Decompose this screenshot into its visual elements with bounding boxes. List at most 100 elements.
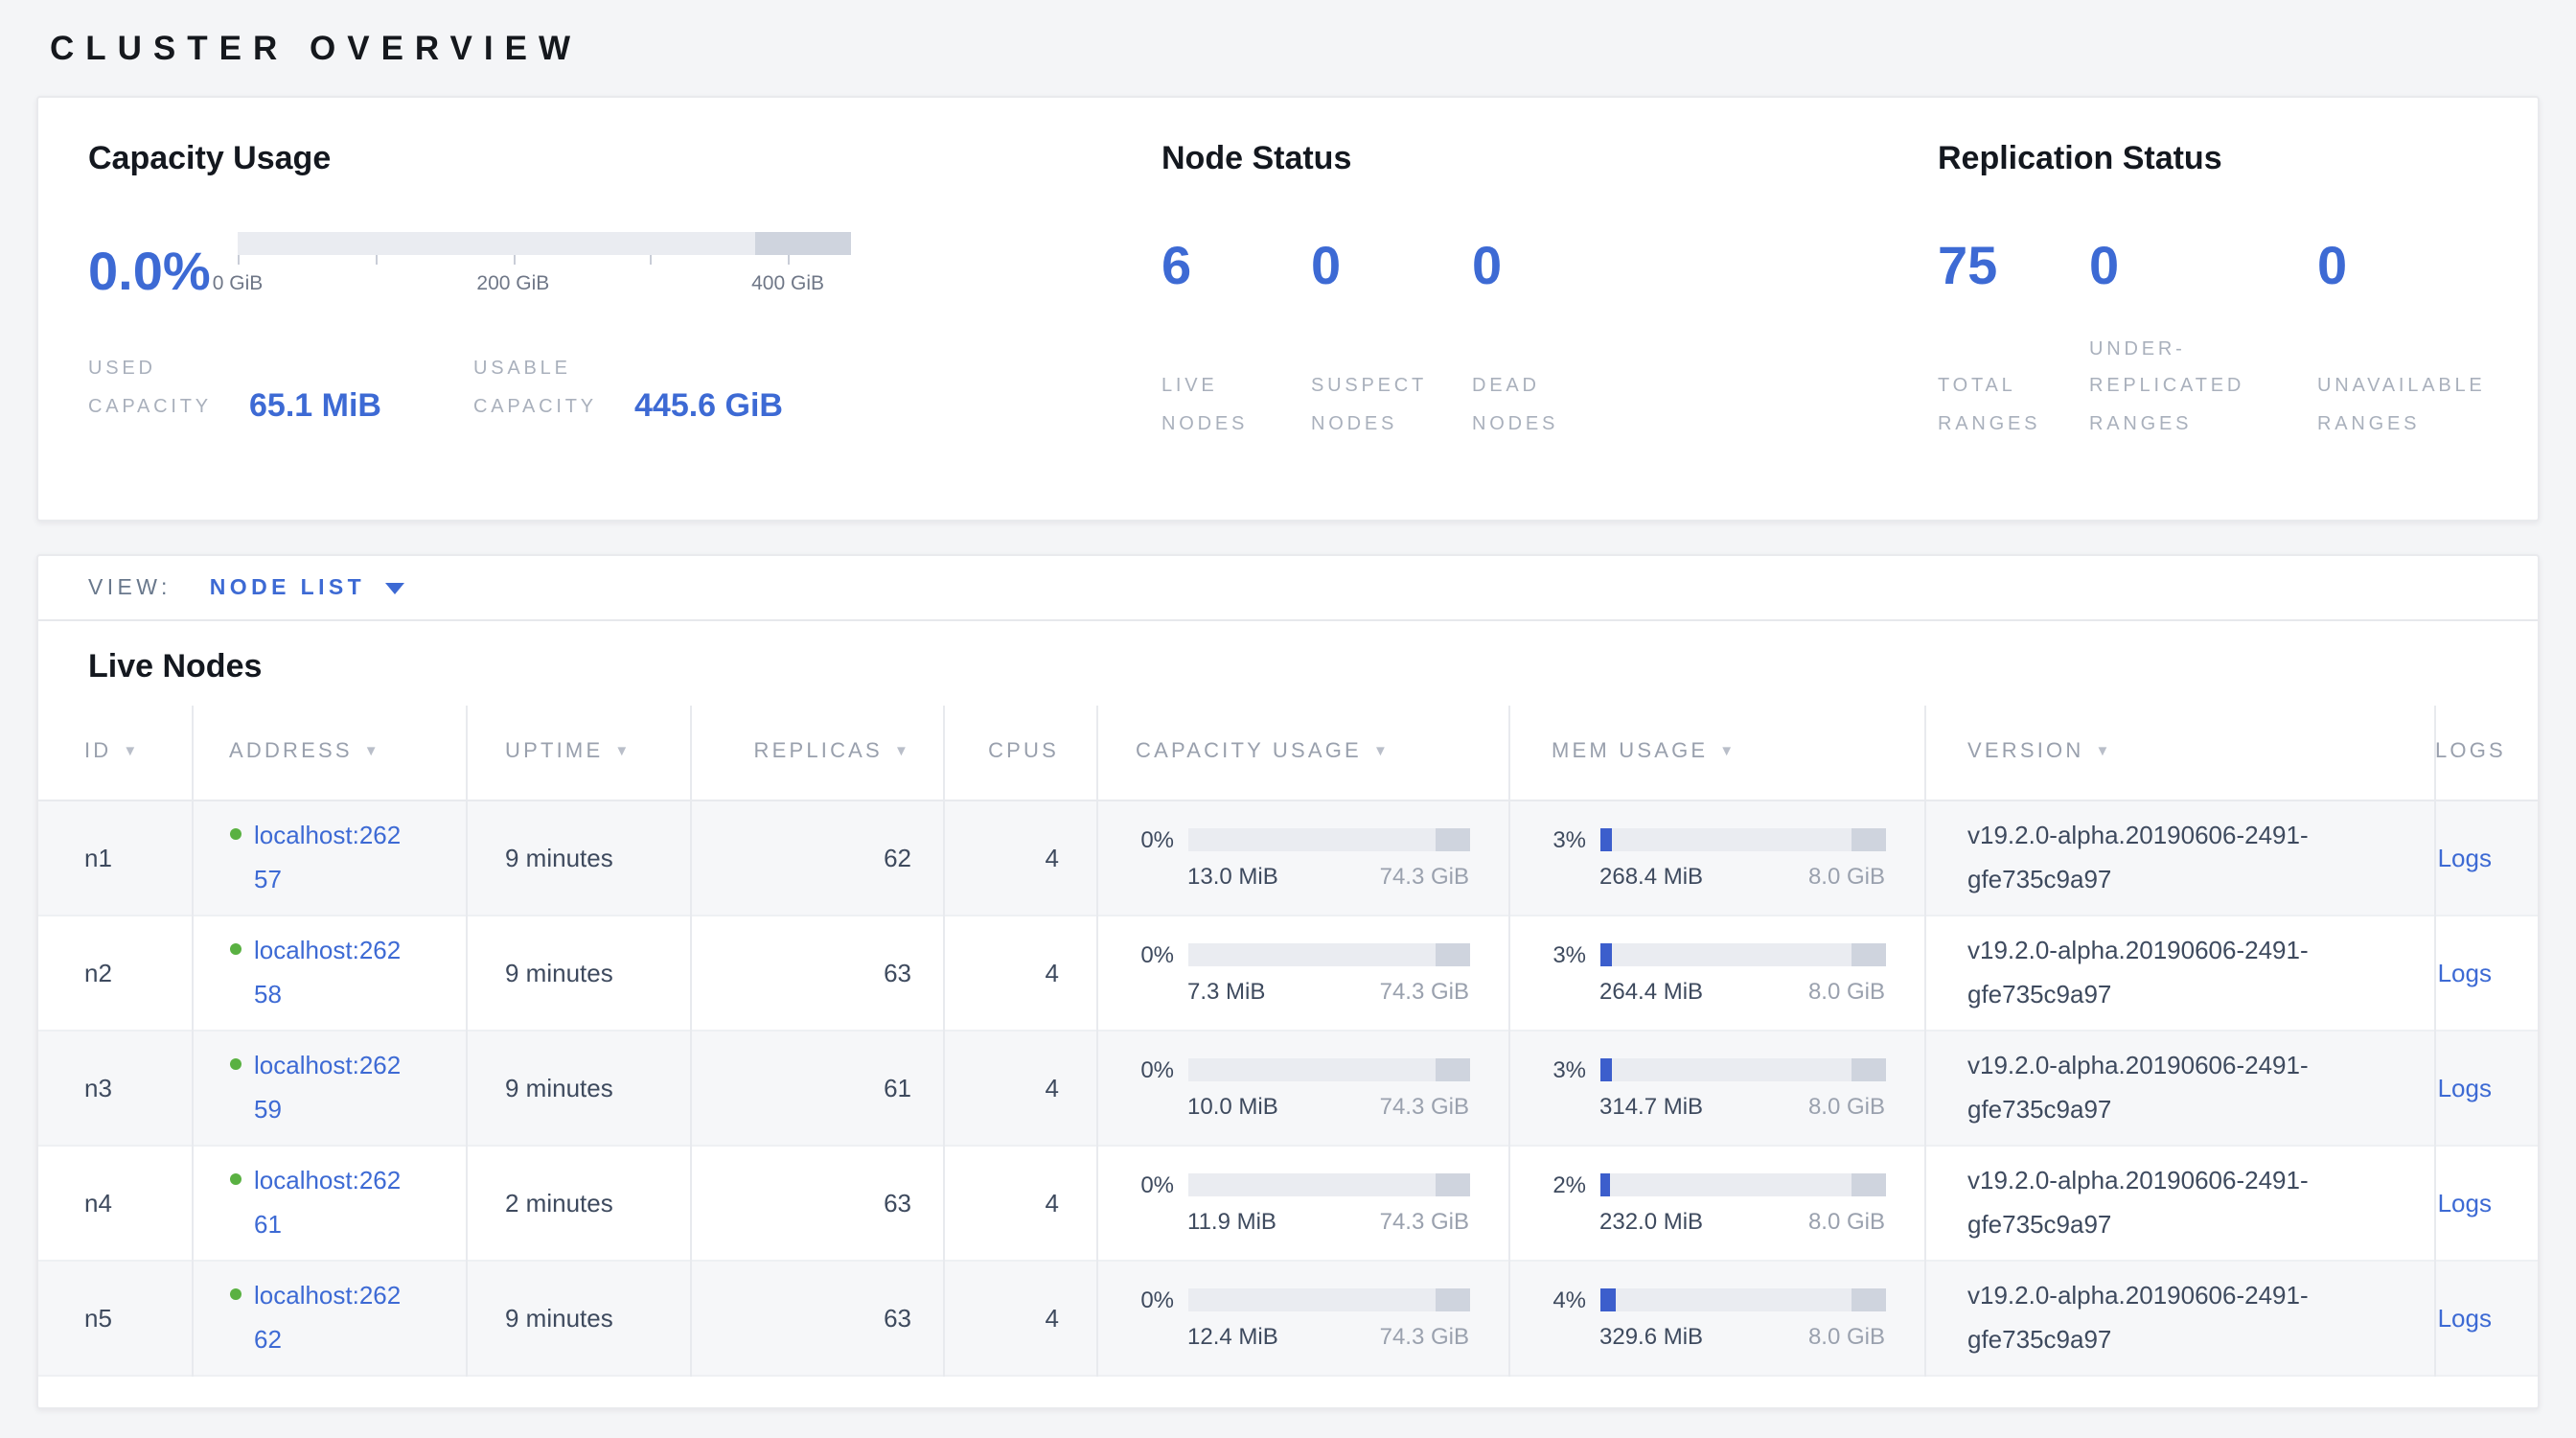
address-link[interactable]: localhost:26259 (254, 1042, 403, 1132)
mem-percent-value: 2% (1536, 1171, 1586, 1197)
node-status-section: Node Status 6 LIVE NODES 0 SUSPECT NODES… (1162, 140, 1938, 520)
usable-capacity-stat: USABLE CAPACITY 445.6 GiB (473, 351, 783, 426)
node-id-cell: n3 (38, 1030, 192, 1145)
address-link[interactable]: localhost:26258 (254, 927, 403, 1017)
replicas-cell: 63 (690, 1260, 943, 1375)
unavailable-ranges-value: 0 (2317, 240, 2524, 293)
logs-link[interactable]: Logs (2438, 1303, 2492, 1332)
total-ranges-label: TOTAL RANGES (1938, 368, 2053, 443)
column-header-address[interactable]: ADDRESS▼ (192, 706, 466, 800)
node-id-cell: n1 (38, 800, 192, 915)
capacity-percent-value: 0% (1124, 1286, 1174, 1312)
cpus-cell: 4 (943, 1030, 1096, 1145)
table-row: n2 localhost:26258 9 minutes 63 4 0% 7.3… (38, 915, 2538, 1030)
live-status-dot (229, 1287, 241, 1299)
capacity-total-value: 74.3 GiB (1380, 977, 1469, 1004)
column-header-mem-usage[interactable]: MEM USAGE▼ (1508, 706, 1924, 800)
suspect-nodes-stat: 0 SUSPECT NODES (1311, 240, 1472, 443)
node-table-body: n1 localhost:26257 9 minutes 62 4 0% 13.… (38, 800, 2538, 1375)
version-cell: v19.2.0-alpha.20190606-2491-gfe735c9a97 (1924, 915, 2434, 1030)
column-header-id[interactable]: ID▼ (38, 706, 192, 800)
sort-desc-icon: ▼ (1373, 743, 1391, 760)
column-header-capacity-usage[interactable]: CAPACITY USAGE▼ (1096, 706, 1508, 800)
column-header-uptime[interactable]: UPTIME▼ (466, 706, 690, 800)
sort-desc-icon: ▼ (1719, 743, 1736, 760)
capacity-nonusable-segment (1436, 1057, 1469, 1080)
logs-link[interactable]: Logs (2438, 1073, 2492, 1102)
capacity-usage-bar (1187, 1172, 1469, 1195)
tick-label: 200 GiB (476, 272, 549, 295)
under-replicated-label: UNDER-REPLICATED RANGES (2089, 331, 2277, 443)
uptime-cell: 2 minutes (466, 1145, 690, 1260)
mem-percent-value: 3% (1536, 825, 1586, 852)
live-status-dot (229, 1172, 241, 1184)
mem-usage-cell: 3% 264.4 MiB 8.0 GiB (1508, 915, 1924, 1030)
address-link[interactable]: localhost:26257 (254, 812, 403, 902)
version-text: v19.2.0-alpha.20190606-2491-gfe735c9a97 (1967, 812, 2360, 902)
node-address-cell: localhost:26257 (192, 800, 466, 915)
live-nodes-value: 6 (1162, 240, 1311, 293)
capacity-usage-bar (1187, 942, 1469, 965)
under-replicated-value: 0 (2089, 240, 2317, 293)
logs-link[interactable]: Logs (2438, 1188, 2492, 1217)
view-selector-dropdown[interactable]: NODE LIST (210, 576, 403, 599)
replicas-cell: 62 (690, 800, 943, 915)
capacity-used-value: 13.0 MiB (1187, 862, 1278, 889)
capacity-usage-section: Capacity Usage 0.0% (88, 140, 1162, 520)
address-link[interactable]: localhost:26262 (254, 1272, 403, 1362)
mem-used-segment (1599, 1057, 1612, 1080)
capacity-total-value: 74.3 GiB (1380, 1092, 1469, 1119)
usable-capacity-value: 445.6 GiB (634, 388, 783, 426)
live-nodes-label: LIVE NODES (1162, 368, 1261, 443)
dead-nodes-label: DEAD NODES (1472, 368, 1572, 443)
logs-link[interactable]: Logs (2438, 843, 2492, 871)
page-title: CLUSTER OVERVIEW (50, 29, 2540, 69)
node-status-heading: Node Status (1162, 140, 1938, 178)
live-status-dot (229, 1057, 241, 1069)
mem-used-value: 314.7 MiB (1599, 1092, 1703, 1119)
mem-used-segment (1599, 1287, 1617, 1310)
logs-cell: Logs (2434, 800, 2538, 915)
mem-nonusable-segment (1851, 942, 1885, 965)
mem-usage-bar (1599, 827, 1885, 850)
version-text: v19.2.0-alpha.20190606-2491-gfe735c9a97 (1967, 927, 2360, 1017)
used-capacity-value: 65.1 MiB (249, 388, 381, 426)
node-address-cell: localhost:26258 (192, 915, 466, 1030)
node-address-cell: localhost:26259 (192, 1030, 466, 1145)
table-row: n5 localhost:26262 9 minutes 63 4 0% 12.… (38, 1260, 2538, 1375)
view-selected-value: NODE LIST (210, 576, 365, 599)
unavailable-ranges-label: UNAVAILABLE RANGES (2317, 368, 2524, 443)
uptime-cell: 9 minutes (466, 915, 690, 1030)
node-id-cell: n2 (38, 915, 192, 1030)
mem-percent-value: 4% (1536, 1286, 1586, 1312)
replicas-cell: 63 (690, 915, 943, 1030)
unavailable-ranges-stat: 0 UNAVAILABLE RANGES (2317, 240, 2524, 443)
mem-usage-bar (1599, 1287, 1885, 1310)
total-ranges-stat: 75 TOTAL RANGES (1938, 240, 2089, 443)
logs-cell: Logs (2434, 1030, 2538, 1145)
capacity-usage-cell: 0% 13.0 MiB 74.3 GiB (1096, 800, 1508, 915)
node-list-card: VIEW: NODE LIST Live Nodes ID▼ (36, 554, 2540, 1409)
chevron-down-icon (384, 582, 403, 593)
sort-desc-icon: ▼ (2095, 743, 2112, 760)
address-link[interactable]: localhost:26261 (254, 1157, 403, 1247)
mem-total-value: 8.0 GiB (1808, 1207, 1885, 1234)
version-cell: v19.2.0-alpha.20190606-2491-gfe735c9a97 (1924, 1260, 2434, 1375)
node-id-cell: n4 (38, 1145, 192, 1260)
cpus-cell: 4 (943, 1145, 1096, 1260)
tick-label: 400 GiB (751, 272, 824, 295)
mem-usage-bar (1599, 1057, 1885, 1080)
dead-nodes-value: 0 (1472, 240, 1572, 293)
column-header-replicas[interactable]: REPLICAS▼ (690, 706, 943, 800)
logs-link[interactable]: Logs (2438, 958, 2492, 986)
column-header-version[interactable]: VERSION▼ (1924, 706, 2434, 800)
uptime-cell: 9 minutes (466, 800, 690, 915)
mem-nonusable-segment (1851, 1057, 1885, 1080)
capacity-gauge-track (238, 232, 851, 255)
live-nodes-heading: Live Nodes (88, 648, 2488, 686)
mem-total-value: 8.0 GiB (1808, 1092, 1885, 1119)
capacity-percent-value: 0% (1124, 825, 1174, 852)
mem-usage-cell: 3% 268.4 MiB 8.0 GiB (1508, 800, 1924, 915)
capacity-usage-bar (1187, 1287, 1469, 1310)
replicas-cell: 63 (690, 1145, 943, 1260)
